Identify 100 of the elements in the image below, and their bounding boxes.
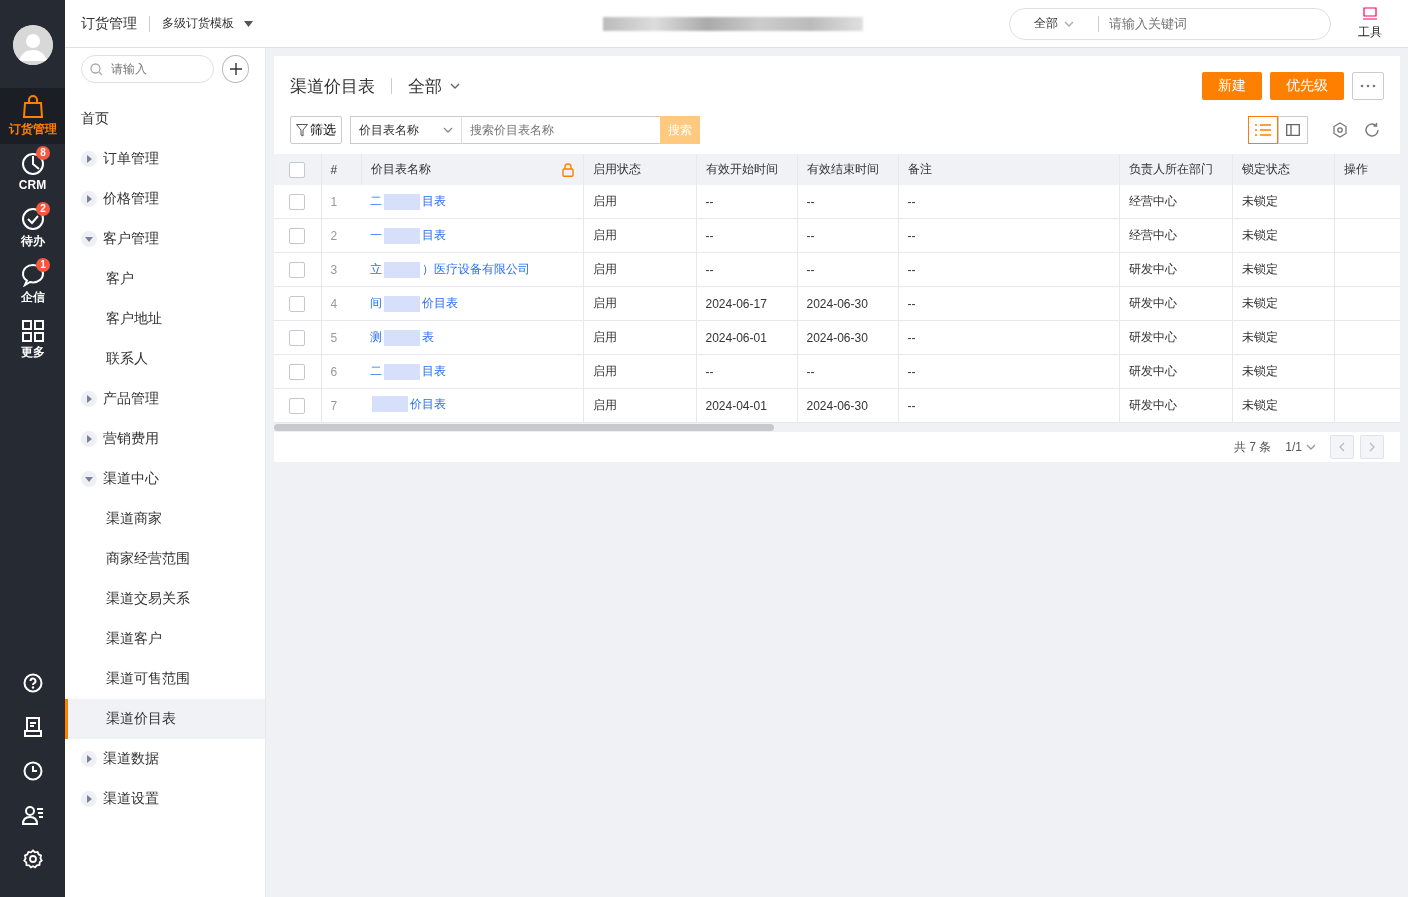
page-title: 渠道价目表 <box>290 75 375 98</box>
split-view-button[interactable] <box>1278 116 1308 144</box>
table-cell: -- <box>907 364 916 379</box>
redaction-patch <box>384 227 420 244</box>
checkbox[interactable] <box>289 227 306 244</box>
template-dropdown[interactable]: 多级订货模板 <box>162 15 253 32</box>
nav-item[interactable]: 渠道中心 <box>65 459 265 499</box>
bag-icon <box>21 94 44 119</box>
nav-item[interactable]: 首页 <box>65 99 265 139</box>
count-badge: 2 <box>36 202 50 216</box>
table-cell: 启用 <box>592 194 617 208</box>
total-count: 共 7 条 <box>1233 438 1272 456</box>
nav-item[interactable]: 营销费用 <box>65 419 265 459</box>
name-link[interactable]: 目表 <box>422 193 446 210</box>
table-cell: 启用 <box>592 296 617 310</box>
next-page-button[interactable] <box>1360 435 1384 459</box>
redaction-patch <box>384 261 420 278</box>
name-link[interactable]: 二 <box>370 363 382 380</box>
nav-item[interactable]: 渠道可售范围 <box>65 659 265 699</box>
count-badge: 8 <box>36 146 50 160</box>
table-cell: 未锁定 <box>1241 228 1278 242</box>
caret-down-icon <box>85 235 93 243</box>
caret-down-icon <box>85 475 93 483</box>
name-link[interactable]: 表 <box>422 329 434 346</box>
prev-page-button[interactable] <box>1330 435 1354 459</box>
table-cell: 未锁定 <box>1241 398 1278 412</box>
terminal-icon[interactable] <box>23 717 42 737</box>
refresh-icon[interactable] <box>1364 122 1380 138</box>
table-cell: 未锁定 <box>1241 330 1278 344</box>
avatar[interactable] <box>12 25 53 65</box>
contacts-icon[interactable] <box>21 805 44 825</box>
nav-item[interactable]: 订单管理 <box>65 139 265 179</box>
name-link[interactable]: ）医疗设备有限公司 <box>422 261 530 278</box>
nav-item[interactable]: 联系人 <box>65 339 265 379</box>
checkbox[interactable] <box>289 193 306 210</box>
name-link[interactable]: 价目表 <box>422 295 458 312</box>
redaction-patch <box>384 329 420 346</box>
name-link[interactable]: 间 <box>370 295 382 312</box>
rail-item[interactable]: CRM 8 <box>0 144 65 200</box>
name-link[interactable]: 价目表 <box>410 395 446 413</box>
checkbox[interactable] <box>289 329 306 346</box>
row-number: 3 <box>330 262 338 277</box>
redaction-patch <box>384 363 420 380</box>
scope-dropdown[interactable]: 全部 <box>408 74 460 98</box>
name-link[interactable]: 二 <box>370 193 382 210</box>
name-link[interactable]: 测 <box>370 329 382 346</box>
rail-item[interactable]: 待办 2 <box>0 200 65 256</box>
list-view-button[interactable] <box>1248 116 1278 144</box>
nav-item[interactable]: 商家经营范围 <box>65 539 265 579</box>
nav-item[interactable]: 渠道商家 <box>65 499 265 539</box>
rail-item[interactable]: 企信 1 <box>0 256 65 312</box>
nav-item[interactable]: 客户地址 <box>65 299 265 339</box>
table-cell: -- <box>705 262 714 277</box>
nav-item[interactable]: 产品管理 <box>65 379 265 419</box>
nav-item[interactable]: 渠道价目表 <box>65 699 265 739</box>
list-icon <box>1255 124 1271 136</box>
nav-item[interactable]: 价格管理 <box>65 179 265 219</box>
table-cell: 经营中心 <box>1128 228 1177 242</box>
grid-icon <box>21 319 44 342</box>
checkbox[interactable] <box>289 161 306 178</box>
search-input[interactable]: 请输入 <box>109 61 203 77</box>
tool-button[interactable]: 工具 <box>1343 6 1397 41</box>
more-button[interactable] <box>1352 72 1384 100</box>
nav-item[interactable]: 渠道交易关系 <box>65 579 265 619</box>
search-field[interactable]: 搜索价目表名称 <box>462 116 660 144</box>
name-link[interactable]: 目表 <box>422 363 446 380</box>
scrollbar-thumb[interactable] <box>274 424 774 431</box>
filter-button[interactable]: 筛选 <box>290 116 342 144</box>
column-header: 启用状态 <box>592 162 641 176</box>
rail-item[interactable]: 更多 <box>0 312 65 368</box>
checkbox[interactable] <box>289 363 306 380</box>
table-cell: 经营中心 <box>1128 194 1177 208</box>
name-link[interactable]: 一 <box>370 227 382 244</box>
name-link[interactable]: 立 <box>370 261 382 278</box>
rail-item[interactable]: 订货管理 <box>0 88 65 144</box>
nav-item[interactable]: 客户 <box>65 259 265 299</box>
checkbox[interactable] <box>289 261 306 278</box>
name-link[interactable]: 目表 <box>422 227 446 244</box>
help-icon[interactable] <box>22 673 43 693</box>
table-cell: -- <box>806 228 815 243</box>
row-number: 4 <box>330 296 338 311</box>
nav-item[interactable]: 渠道客户 <box>65 619 265 659</box>
nav-item[interactable]: 渠道设置 <box>65 779 265 819</box>
nav-item[interactable]: 渠道数据 <box>65 739 265 779</box>
checkbox[interactable] <box>289 397 306 414</box>
add-button[interactable] <box>222 55 249 83</box>
nav-item[interactable]: 客户管理 <box>65 219 265 259</box>
chevron-down-icon <box>1306 444 1316 450</box>
page-dropdown[interactable]: 1/1 <box>1285 440 1316 454</box>
field-dropdown[interactable]: 价目表名称 <box>350 116 462 144</box>
table-cell: 未锁定 <box>1241 364 1278 378</box>
caret-right-icon <box>85 435 93 443</box>
clock-icon[interactable] <box>22 761 43 781</box>
table-cell: -- <box>907 296 916 311</box>
column-header: 有效开始时间 <box>705 162 778 176</box>
row-number: 6 <box>330 364 338 379</box>
table-cell: 2024-06-01 <box>705 330 767 345</box>
checkbox[interactable] <box>289 295 306 312</box>
keyword-input[interactable]: 请输入关键词 <box>1107 15 1330 32</box>
table-cell: -- <box>705 194 714 209</box>
